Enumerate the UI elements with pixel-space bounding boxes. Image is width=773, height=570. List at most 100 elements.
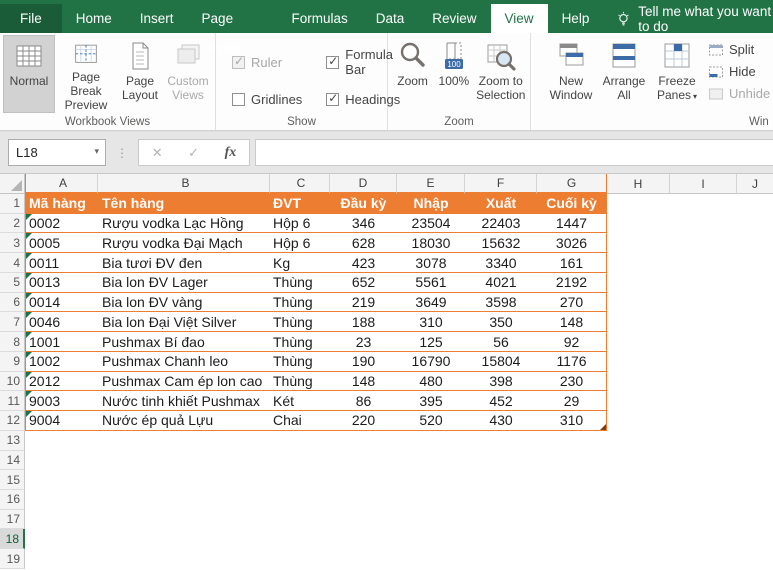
cell-d11[interactable]: 86 <box>330 391 397 411</box>
tab-help[interactable]: Help <box>548 4 604 33</box>
cell-d2[interactable]: 346 <box>330 214 397 234</box>
cell-e12[interactable]: 520 <box>397 411 465 431</box>
column-header-f[interactable]: F <box>465 174 537 194</box>
cell-g12[interactable]: 310 <box>537 411 607 431</box>
cell-c4[interactable]: Kg <box>270 253 330 273</box>
cell-b6[interactable]: Bia lon ĐV vàng <box>98 293 270 313</box>
empty-cells[interactable] <box>25 451 773 471</box>
cell-f5[interactable]: 4021 <box>465 273 537 293</box>
cell-g4[interactable]: 161 <box>537 253 607 273</box>
table-header-xuat[interactable]: Xuất <box>465 194 537 214</box>
column-header-c[interactable]: C <box>270 174 330 194</box>
cell-d7[interactable]: 188 <box>330 312 397 332</box>
row-header-8[interactable]: 8 <box>0 332 25 352</box>
cell-e11[interactable]: 395 <box>397 391 465 411</box>
cell-a5[interactable]: 0013 <box>25 273 98 293</box>
ruler-checkbox[interactable]: ✓ Ruler <box>232 47 302 77</box>
cell-e7[interactable]: 310 <box>397 312 465 332</box>
cell-d8[interactable]: 23 <box>330 332 397 352</box>
cell-a9[interactable]: 1002 <box>25 352 98 372</box>
column-header-e[interactable]: E <box>397 174 465 194</box>
cell-c10[interactable]: Thùng <box>270 372 330 392</box>
cell-b10[interactable]: Pushmax Cam ép lon cao <box>98 372 270 392</box>
tab-formulas[interactable]: Formulas <box>277 4 361 33</box>
cell-d3[interactable]: 628 <box>330 233 397 253</box>
column-header-b[interactable]: B <box>98 174 270 194</box>
tab-view[interactable]: View <box>491 4 548 33</box>
cell-f12[interactable]: 430 <box>465 411 537 431</box>
tab-data[interactable]: Data <box>362 4 419 33</box>
cell-f4[interactable]: 3340 <box>465 253 537 273</box>
cell-d9[interactable]: 190 <box>330 352 397 372</box>
page-layout-view-button[interactable]: Page Layout <box>117 35 163 113</box>
zoom-to-selection-button[interactable]: Zoom to Selection <box>474 35 528 113</box>
cell-c7[interactable]: Thùng <box>270 312 330 332</box>
cell-c6[interactable]: Thùng <box>270 293 330 313</box>
row-header-12[interactable]: 12 <box>0 411 25 431</box>
row-header-15[interactable]: 15 <box>0 470 25 490</box>
formula-bar-resize-handle[interactable]: ⋮ <box>116 146 128 160</box>
tab-file[interactable]: File <box>0 4 62 33</box>
row-header-4[interactable]: 4 <box>0 253 25 273</box>
table-header-cuoi-ky[interactable]: Cuối kỳ <box>537 194 607 214</box>
empty-cells[interactable] <box>25 431 773 451</box>
cell-a7[interactable]: 0046 <box>25 312 98 332</box>
cell-b3[interactable]: Rượu vodka Đại Mạch <box>98 233 270 253</box>
row-header-9[interactable]: 9 <box>0 352 25 372</box>
cell-f11[interactable]: 452 <box>465 391 537 411</box>
page-break-preview-button[interactable]: Page Break Preview <box>55 35 117 113</box>
tab-review[interactable]: Review <box>418 4 490 33</box>
column-header-a[interactable]: A <box>25 174 98 194</box>
cell-e8[interactable]: 125 <box>397 332 465 352</box>
zoom-button[interactable]: Zoom <box>391 35 434 113</box>
table-header-dvt[interactable]: ĐVT <box>270 194 330 214</box>
cell-b12[interactable]: Nước ép quả Lựu <box>98 411 270 431</box>
freeze-panes-button[interactable]: Freeze Panes▾ <box>650 35 704 113</box>
cell-a4[interactable]: 0011 <box>25 253 98 273</box>
column-header-i[interactable]: I <box>670 174 737 194</box>
split-button[interactable]: Split <box>708 40 770 59</box>
cell-b2[interactable]: Rượu vodka Lạc Hồng <box>98 214 270 234</box>
zoom-100-button[interactable]: 100 100% <box>434 35 473 113</box>
cell-g2[interactable]: 1447 <box>537 214 607 234</box>
cell-a12[interactable]: 9004 <box>25 411 98 431</box>
row-header-14[interactable]: 14 <box>0 451 25 471</box>
cell-f9[interactable]: 15804 <box>465 352 537 372</box>
cell-f6[interactable]: 3598 <box>465 293 537 313</box>
cell-g8[interactable]: 92 <box>537 332 607 352</box>
cell-d12[interactable]: 220 <box>330 411 397 431</box>
insert-function-icon[interactable]: fx <box>225 145 237 161</box>
name-box[interactable]: L18 ▾ <box>8 139 106 166</box>
column-header-j[interactable]: J <box>737 174 773 194</box>
table-header-ten-hang[interactable]: Tên hàng <box>98 194 270 214</box>
unhide-button[interactable]: Unhide <box>708 84 770 103</box>
formula-input[interactable] <box>255 139 773 166</box>
empty-cells[interactable] <box>25 549 773 569</box>
row-header-13[interactable]: 13 <box>0 431 25 451</box>
column-header-d[interactable]: D <box>330 174 397 194</box>
cell-b11[interactable]: Nước tinh khiết Pushmax <box>98 391 270 411</box>
tab-home[interactable]: Home <box>62 4 126 33</box>
cell-g6[interactable]: 270 <box>537 293 607 313</box>
column-header-g[interactable]: G <box>537 174 607 194</box>
cell-a10[interactable]: 2012 <box>25 372 98 392</box>
row-header-3[interactable]: 3 <box>0 233 25 253</box>
row-header-10[interactable]: 10 <box>0 372 25 392</box>
row-header-11[interactable]: 11 <box>0 391 25 411</box>
cell-c12[interactable]: Chai <box>270 411 330 431</box>
cell-f3[interactable]: 15632 <box>465 233 537 253</box>
cell-c3[interactable]: Hộp 6 <box>270 233 330 253</box>
row-header-19[interactable]: 19 <box>0 549 25 569</box>
table-header-ma-hang[interactable]: Mã hàng <box>25 194 98 214</box>
table-header-nhap[interactable]: Nhập <box>397 194 465 214</box>
cell-g3[interactable]: 3026 <box>537 233 607 253</box>
cell-c9[interactable]: Thùng <box>270 352 330 372</box>
row-header-2[interactable]: 2 <box>0 214 25 234</box>
cell-d4[interactable]: 423 <box>330 253 397 273</box>
empty-cells[interactable] <box>25 490 773 510</box>
cell-e2[interactable]: 23504 <box>397 214 465 234</box>
cell-e4[interactable]: 3078 <box>397 253 465 273</box>
select-all-button[interactable] <box>0 174 25 194</box>
cell-d5[interactable]: 652 <box>330 273 397 293</box>
cell-e3[interactable]: 18030 <box>397 233 465 253</box>
